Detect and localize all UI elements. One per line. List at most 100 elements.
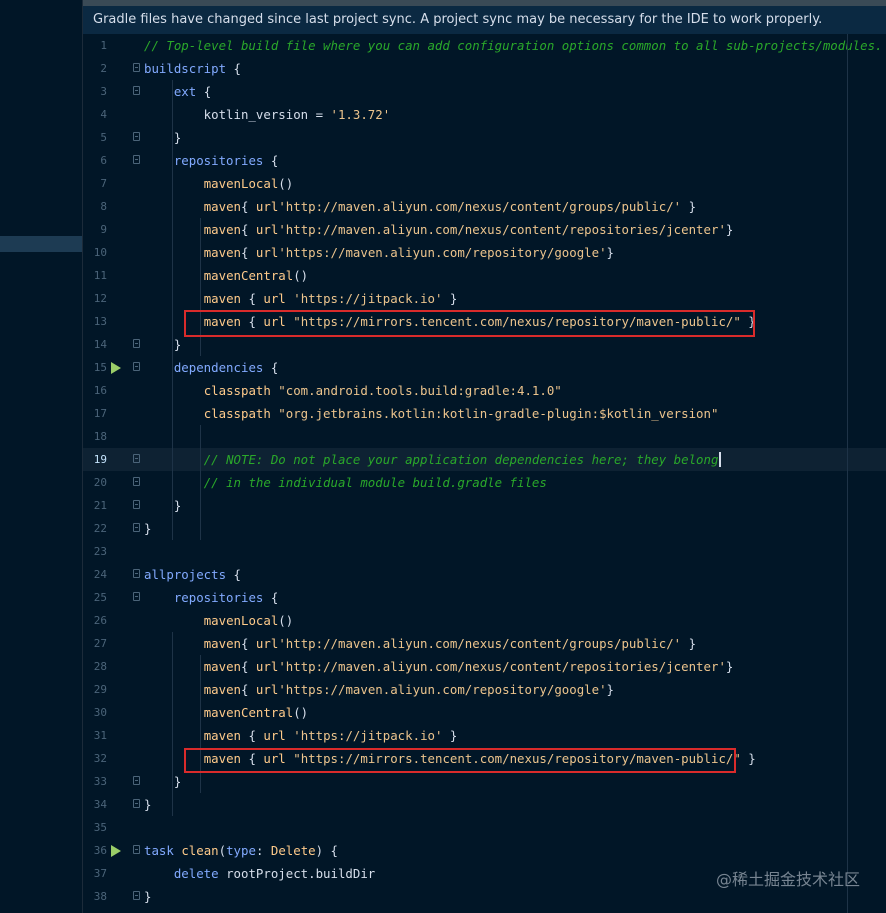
code-text[interactable]: allprojects { [144, 563, 241, 586]
code-line[interactable]: 28 maven{ url'http://maven.aliyun.com/ne… [83, 655, 886, 678]
code-text[interactable]: } [144, 885, 151, 908]
code-text[interactable]: } [144, 770, 181, 793]
code-line[interactable]: 22} [83, 517, 886, 540]
code-line[interactable]: 33 } [83, 770, 886, 793]
fold-marker-icon[interactable] [133, 799, 140, 808]
code-line[interactable]: 25 repositories { [83, 586, 886, 609]
code-line[interactable]: 10 maven{ url'https://maven.aliyun.com/r… [83, 241, 886, 264]
fold-marker-icon[interactable] [133, 155, 140, 164]
code-line[interactable]: 2 buildscript { [83, 57, 886, 80]
code-line[interactable]: 9 maven{ url'http://maven.aliyun.com/nex… [83, 218, 886, 241]
code-text[interactable]: mavenLocal() [144, 609, 294, 632]
fold-marker-icon[interactable] [133, 63, 140, 72]
code-text[interactable]: classpath "org.jetbrains.kotlin:kotlin-g… [144, 402, 719, 425]
code-line[interactable]: 4 kotlin_version = '1.3.72' [83, 103, 886, 126]
fold-marker-icon[interactable] [133, 891, 140, 900]
code-token: 'http://maven.aliyun.com/nexus/content/r… [278, 659, 726, 674]
code-text[interactable]: maven { url 'https://jitpack.io' } [144, 287, 458, 310]
code-line[interactable]: 15 dependencies { [83, 356, 886, 379]
code-text[interactable]: // Top-level build file where you can ad… [144, 34, 883, 57]
line-number: 22 [93, 522, 107, 535]
code-line[interactable]: 17 classpath "org.jetbrains.kotlin:kotli… [83, 402, 886, 425]
code-text[interactable]: kotlin_version = '1.3.72' [144, 103, 391, 126]
code-line[interactable]: 19 // NOTE: Do not place your applicatio… [83, 448, 886, 471]
fold-marker-icon[interactable] [133, 845, 140, 854]
fold-marker-icon[interactable] [133, 454, 140, 463]
fold-marker-icon[interactable] [133, 500, 140, 509]
code-text[interactable]: maven{ url'https://maven.aliyun.com/repo… [144, 678, 614, 701]
code-token: } [144, 521, 152, 536]
code-text[interactable]: } [144, 126, 181, 149]
fold-marker-icon[interactable] [133, 523, 140, 532]
code-text[interactable]: delete rootProject.buildDir [144, 862, 375, 885]
code-line[interactable]: 23 [83, 540, 886, 563]
code-line[interactable]: 31 maven { url 'https://jitpack.io' } [83, 724, 886, 747]
code-text[interactable]: mavenCentral() [144, 264, 308, 287]
code-text[interactable]: mavenCentral() [144, 701, 308, 724]
code-line[interactable]: 30 mavenCentral() [83, 701, 886, 724]
code-line[interactable]: 21 } [83, 494, 886, 517]
code-line[interactable]: 35 [83, 816, 886, 839]
code-line[interactable]: 6 repositories { [83, 149, 886, 172]
run-gutter-icon[interactable] [111, 362, 121, 374]
code-line[interactable]: 5 } [83, 126, 886, 149]
code-text[interactable]: maven{ url'http://maven.aliyun.com/nexus… [144, 218, 734, 241]
code-line[interactable]: 12 maven { url 'https://jitpack.io' } [83, 287, 886, 310]
code-token: 'http://maven.aliyun.com/nexus/content/g… [278, 199, 682, 214]
code-token: { [226, 61, 241, 76]
code-line[interactable]: 8 maven{ url'http://maven.aliyun.com/nex… [83, 195, 886, 218]
fold-marker-icon[interactable] [133, 592, 140, 601]
code-text[interactable]: classpath "com.android.tools.build:gradl… [144, 379, 562, 402]
code-text[interactable]: // in the individual module build.gradle… [144, 471, 547, 494]
code-text[interactable]: maven{ url'http://maven.aliyun.com/nexus… [144, 632, 696, 655]
code-line[interactable]: 16 classpath "com.android.tools.build:gr… [83, 379, 886, 402]
code-text[interactable]: } [144, 517, 151, 540]
code-line[interactable]: 20 // in the individual module build.gra… [83, 471, 886, 494]
fold-marker-icon[interactable] [133, 339, 140, 348]
code-text[interactable]: } [144, 494, 181, 517]
code-text[interactable]: dependencies { [144, 356, 278, 379]
code-text[interactable]: maven { url 'https://jitpack.io' } [144, 724, 458, 747]
project-panel-selected-row[interactable] [0, 236, 82, 252]
highlight-box-line-32 [184, 748, 736, 773]
fold-marker-icon[interactable] [133, 776, 140, 785]
code-line[interactable]: 18 [83, 425, 886, 448]
code-line[interactable]: 34} [83, 793, 886, 816]
code-text[interactable]: } [144, 333, 181, 356]
code-line[interactable]: 1 // Top-level build file where you can a… [83, 34, 886, 57]
code-text[interactable]: repositories { [144, 586, 278, 609]
code-text[interactable]: ext { [144, 80, 211, 103]
line-number: 17 [93, 407, 107, 420]
fold-marker-icon[interactable] [133, 132, 140, 141]
line-number: 27 [93, 637, 107, 650]
code-line[interactable]: 24 allprojects { [83, 563, 886, 586]
code-text[interactable]: task clean(type: Delete) { [144, 839, 338, 862]
code-line[interactable]: 11 mavenCentral() [83, 264, 886, 287]
code-line[interactable]: 7 mavenLocal() [83, 172, 886, 195]
code-line[interactable]: 27 maven{ url'http://maven.aliyun.com/ne… [83, 632, 886, 655]
fold-marker-icon[interactable] [133, 569, 140, 578]
code-text[interactable]: repositories { [144, 149, 278, 172]
code-text[interactable]: maven{ url'https://maven.aliyun.com/repo… [144, 241, 614, 264]
line-number: 28 [93, 660, 107, 673]
code-text[interactable]: mavenLocal() [144, 172, 294, 195]
run-gutter-icon[interactable] [111, 845, 121, 857]
code-text[interactable]: buildscript { [144, 57, 241, 80]
fold-marker-icon[interactable] [133, 362, 140, 371]
code-text[interactable]: maven{ url'http://maven.aliyun.com/nexus… [144, 195, 696, 218]
code-text[interactable]: } [144, 793, 151, 816]
fold-marker-icon[interactable] [133, 86, 140, 95]
code-line[interactable]: 26 mavenLocal() [83, 609, 886, 632]
code-text[interactable]: maven{ url'http://maven.aliyun.com/nexus… [144, 655, 734, 678]
text-caret [719, 452, 722, 467]
code-line[interactable]: 36 task clean(type: Delete) { [83, 839, 886, 862]
code-line[interactable]: 3 ext { [83, 80, 886, 103]
line-number: 24 [93, 568, 107, 581]
code-editor[interactable]: 1 // Top-level build file where you can a… [83, 34, 886, 913]
code-text[interactable]: // NOTE: Do not place your application d… [144, 448, 722, 471]
code-line[interactable]: 29 maven{ url'https://maven.aliyun.com/r… [83, 678, 886, 701]
code-token: url [255, 636, 279, 651]
fold-marker-icon[interactable] [133, 477, 140, 486]
